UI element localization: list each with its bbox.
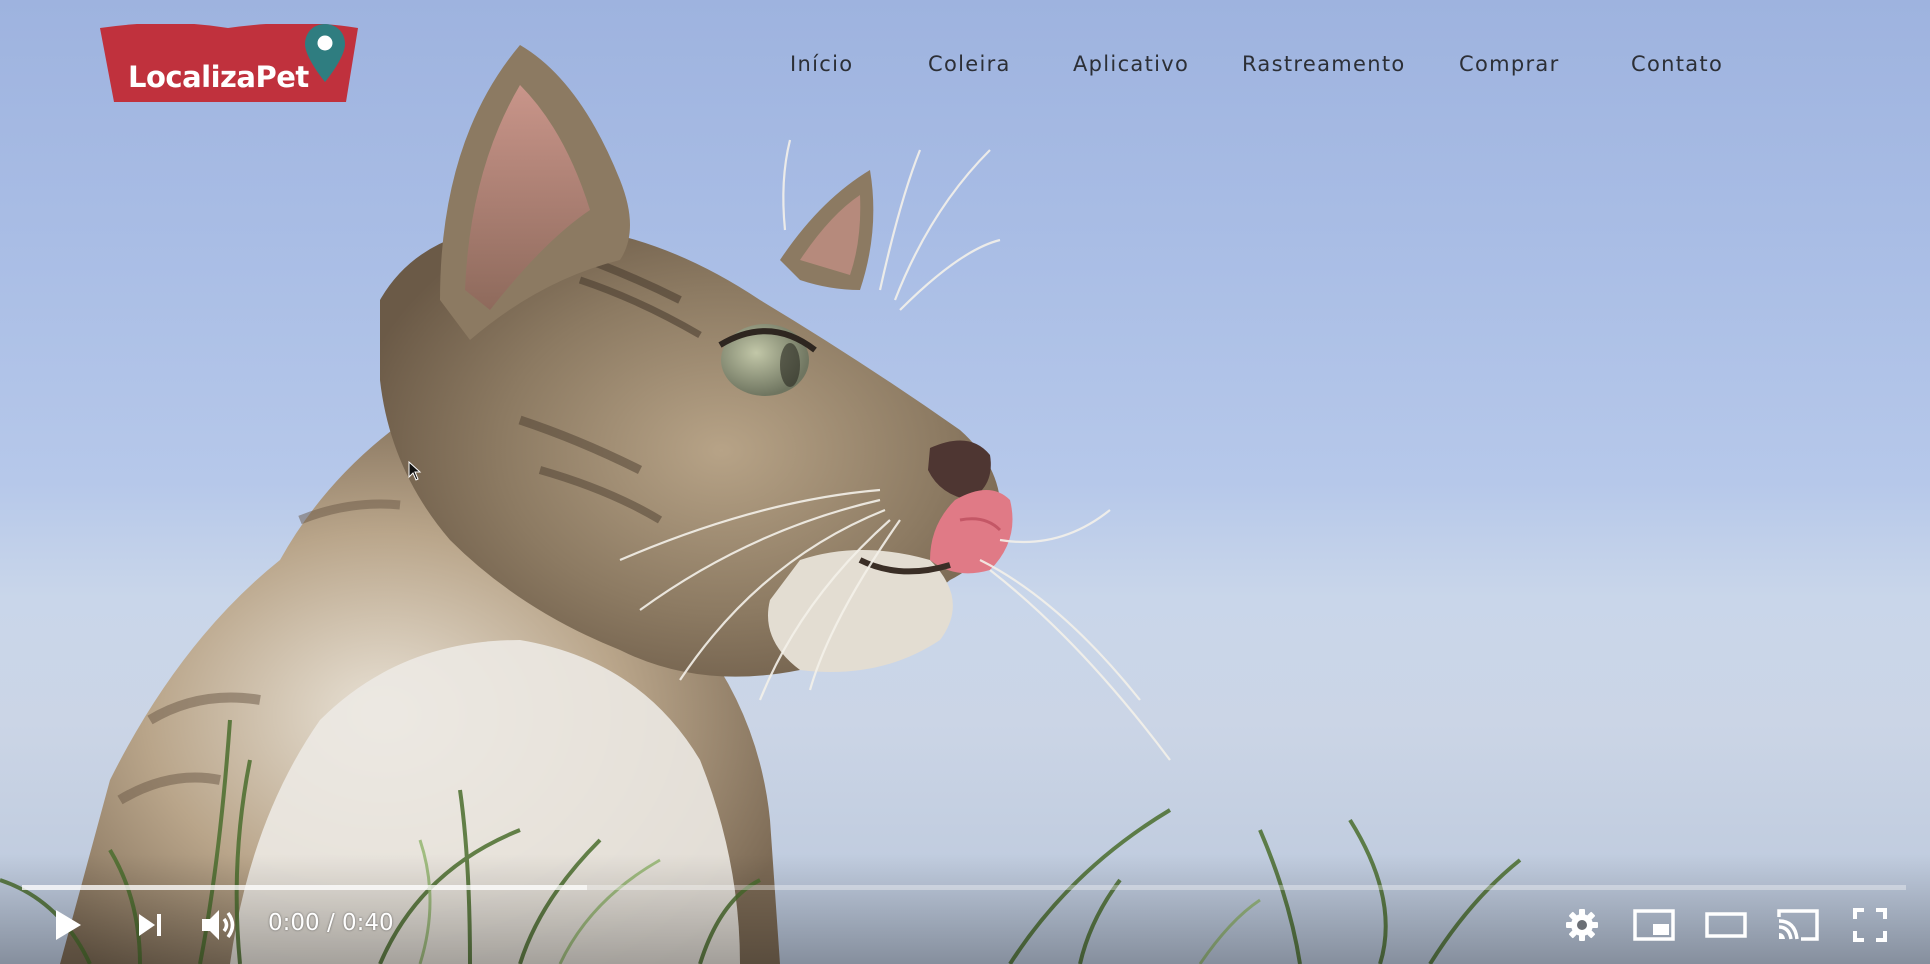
nav-item-comprar[interactable]: Comprar [1459, 52, 1560, 76]
theater-mode-button[interactable] [1700, 903, 1752, 947]
progress-bar[interactable] [22, 885, 1906, 890]
nav-item-inicio[interactable]: Início [790, 52, 853, 76]
play-button[interactable] [46, 903, 90, 947]
cast-button[interactable] [1772, 903, 1824, 947]
volume-icon [202, 910, 235, 940]
nav-item-coleira[interactable]: Coleira [928, 52, 1011, 76]
site-nav: Início Coleira Aplicativo Rastreamento C… [0, 52, 1930, 82]
progress-buffered [22, 885, 588, 890]
nav-item-rastreamento[interactable]: Rastreamento [1242, 52, 1406, 76]
cast-icon [1777, 909, 1819, 941]
miniplayer-button[interactable] [1628, 903, 1680, 947]
nav-item-contato[interactable]: Contato [1631, 52, 1723, 76]
fullscreen-button[interactable] [1846, 903, 1894, 947]
volume-button[interactable] [196, 903, 244, 947]
time-display: 0:00 / 0:40 [268, 910, 394, 936]
gear-icon [1566, 909, 1598, 941]
next-button[interactable] [128, 903, 172, 947]
play-icon [56, 910, 81, 940]
next-icon [139, 914, 161, 936]
miniplayer-icon [1633, 909, 1675, 941]
video-frame[interactable] [0, 0, 1930, 964]
mouse-cursor-icon [408, 461, 422, 481]
theater-mode-icon [1705, 912, 1747, 938]
settings-button[interactable] [1558, 903, 1606, 947]
nav-item-aplicativo[interactable]: Aplicativo [1073, 52, 1189, 76]
fullscreen-icon [1853, 908, 1887, 942]
video-player[interactable]: LocalizaPet Início Coleira Aplicativo Ra… [0, 0, 1930, 964]
